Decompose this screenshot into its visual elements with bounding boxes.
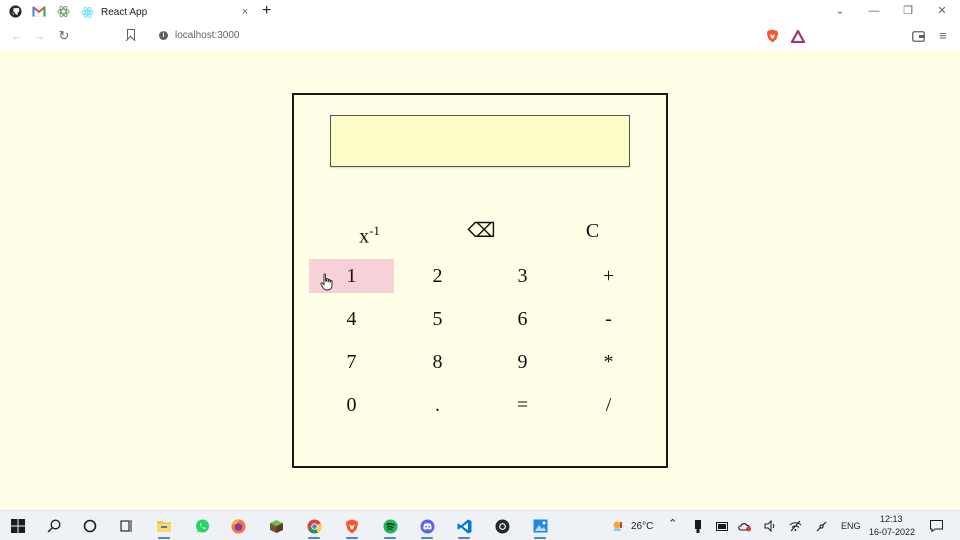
- react-icon: [80, 5, 94, 19]
- key-equals[interactable]: =: [480, 388, 565, 422]
- github-desktop-icon[interactable]: [494, 518, 510, 534]
- search-icon[interactable]: [46, 518, 62, 534]
- tab-close-icon[interactable]: ×: [238, 6, 252, 18]
- chevron-up-icon[interactable]: ⌃: [668, 519, 677, 530]
- extension-icon[interactable]: [56, 4, 70, 18]
- security-icon[interactable]: [737, 518, 753, 534]
- backspace-button[interactable]: ⌫: [444, 213, 519, 249]
- close-window-button[interactable]: ✕: [934, 3, 950, 19]
- clock-date[interactable]: 16-07-2022: [869, 527, 915, 538]
- minimize-button[interactable]: —: [866, 3, 882, 19]
- tab-react-app[interactable]: React App ×: [76, 2, 254, 22]
- tab-search-icon[interactable]: ⌄: [832, 3, 848, 19]
- new-tab-button[interactable]: +: [262, 1, 271, 21]
- brave-rewards-icon[interactable]: [790, 28, 806, 44]
- calculator-display: [330, 115, 630, 167]
- clear-button[interactable]: C: [555, 213, 630, 249]
- usb-device-icon[interactable]: [690, 518, 706, 534]
- discord-icon[interactable]: [419, 518, 435, 539]
- key-minus[interactable]: -: [566, 302, 651, 336]
- brave-shield-icon[interactable]: [764, 28, 780, 44]
- back-button[interactable]: ←: [8, 27, 26, 45]
- weather-icon[interactable]: [610, 518, 626, 534]
- photos-icon[interactable]: [532, 518, 548, 539]
- firefox-icon[interactable]: [230, 518, 246, 534]
- key-divide[interactable]: /: [566, 388, 651, 422]
- key-8[interactable]: 8: [395, 345, 480, 379]
- brave-icon[interactable]: [344, 518, 360, 539]
- reload-button[interactable]: ↻: [55, 27, 73, 45]
- key-decimal[interactable]: .: [395, 388, 480, 422]
- github-icon[interactable]: [8, 4, 22, 18]
- key-2[interactable]: 2: [395, 259, 480, 293]
- minecraft-icon[interactable]: [268, 518, 284, 534]
- backspace-icon: ⌫: [467, 220, 496, 242]
- key-7[interactable]: 7: [309, 345, 394, 379]
- file-explorer-icon[interactable]: [156, 518, 172, 539]
- clock-time[interactable]: 12:13: [880, 514, 903, 525]
- wallet-icon[interactable]: [910, 28, 926, 44]
- key-5[interactable]: 5: [395, 302, 480, 336]
- address-bar[interactable]: localhost:3000: [175, 29, 240, 43]
- network-icon[interactable]: [813, 518, 829, 534]
- key-9[interactable]: 9: [480, 345, 565, 379]
- key-3[interactable]: 3: [480, 259, 565, 293]
- restore-button[interactable]: ❐: [900, 3, 916, 19]
- volume-icon[interactable]: [762, 518, 778, 534]
- forward-button[interactable]: →: [30, 27, 48, 45]
- language-indicator[interactable]: ENG: [841, 521, 861, 532]
- battery-icon[interactable]: [714, 518, 730, 534]
- bookmark-icon[interactable]: [127, 29, 135, 40]
- windows-start-icon[interactable]: [10, 518, 26, 534]
- spotify-icon[interactable]: [382, 518, 398, 539]
- reciprocal-label: x: [359, 225, 370, 248]
- cortana-icon[interactable]: [82, 518, 98, 534]
- menu-icon[interactable]: ≡: [934, 27, 952, 45]
- key-multiply[interactable]: *: [566, 345, 651, 379]
- key-0[interactable]: 0: [309, 388, 394, 422]
- site-info-icon[interactable]: i: [159, 31, 168, 40]
- browser-tab-strip: React App × + ⌄ — ❐ ✕: [0, 0, 960, 23]
- tab-title: React App: [101, 6, 148, 18]
- calculator: x-1 ⌫ C 1 2 3 + 4 5 6 - 7 8 9 * 0 . = /: [292, 93, 668, 468]
- key-6[interactable]: 6: [480, 302, 565, 336]
- weather-temperature[interactable]: 26°C: [631, 521, 653, 532]
- chrome-icon[interactable]: [306, 518, 322, 539]
- whatsapp-icon[interactable]: [194, 518, 210, 534]
- hand-cursor-icon: [320, 273, 334, 291]
- gmail-icon[interactable]: [32, 4, 46, 18]
- windows-taskbar: 26°C ⌃ ENG 12:13 16-07-2022: [0, 510, 960, 540]
- key-4[interactable]: 4: [309, 302, 394, 336]
- reciprocal-exponent: -1: [369, 223, 380, 238]
- clear-label: C: [585, 220, 600, 242]
- vscode-icon[interactable]: [456, 518, 472, 539]
- reciprocal-button[interactable]: x-1: [332, 213, 407, 249]
- key-plus[interactable]: +: [566, 259, 651, 293]
- notification-icon[interactable]: [928, 518, 944, 534]
- task-view-icon[interactable]: [118, 518, 134, 534]
- browser-toolbar: ← → ↻ i localhost:3000 ≡: [0, 23, 960, 50]
- wifi-off-icon[interactable]: [787, 518, 803, 534]
